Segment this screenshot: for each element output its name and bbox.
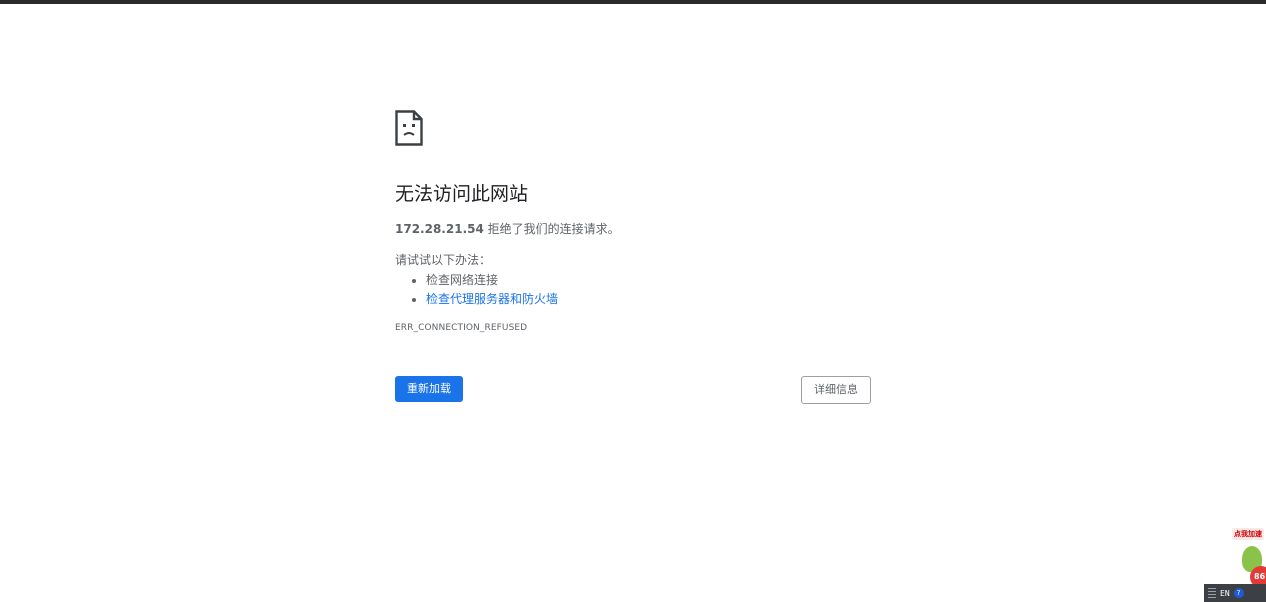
suggestions-heading: 请试试以下办法： [395, 253, 492, 267]
suggestion-check-proxy-firewall: 检查代理服务器和防火墙 [426, 290, 871, 309]
reason-text: 拒绝了我们的连接请求。 [483, 222, 620, 236]
details-button[interactable]: 详细信息 [801, 376, 871, 404]
grip-icon[interactable] [1208, 588, 1216, 598]
window-top-bar [0, 0, 1266, 4]
button-row: 重新加载 详细信息 [395, 376, 871, 404]
page-title: 无法访问此网站 [395, 183, 529, 205]
language-bar[interactable]: EN ? [1204, 584, 1266, 602]
error-page-content: 无法访问此网站 172.28.21.54 拒绝了我们的连接请求。 请试试以下办法… [395, 110, 871, 404]
error-reason: 172.28.21.54 拒绝了我们的连接请求。 [395, 221, 871, 237]
language-indicator[interactable]: EN [1220, 589, 1230, 598]
suggestion-check-network: 检查网络连接 [426, 271, 871, 290]
suggestion-label: 检查网络连接 [426, 273, 499, 287]
speed-up-label: 点我加速 [1232, 528, 1264, 540]
sad-page-icon [395, 110, 423, 146]
reload-button[interactable]: 重新加载 [395, 376, 463, 402]
proxy-firewall-link[interactable]: 检查代理服务器和防火墙 [426, 292, 558, 306]
suggestions-list: 检查网络连接 检查代理服务器和防火墙 [395, 271, 871, 309]
host-address: 172.28.21.54 [395, 222, 484, 236]
help-icon[interactable]: ? [1233, 588, 1244, 598]
error-code: ERR_CONNECTION_REFUSED [395, 323, 528, 333]
